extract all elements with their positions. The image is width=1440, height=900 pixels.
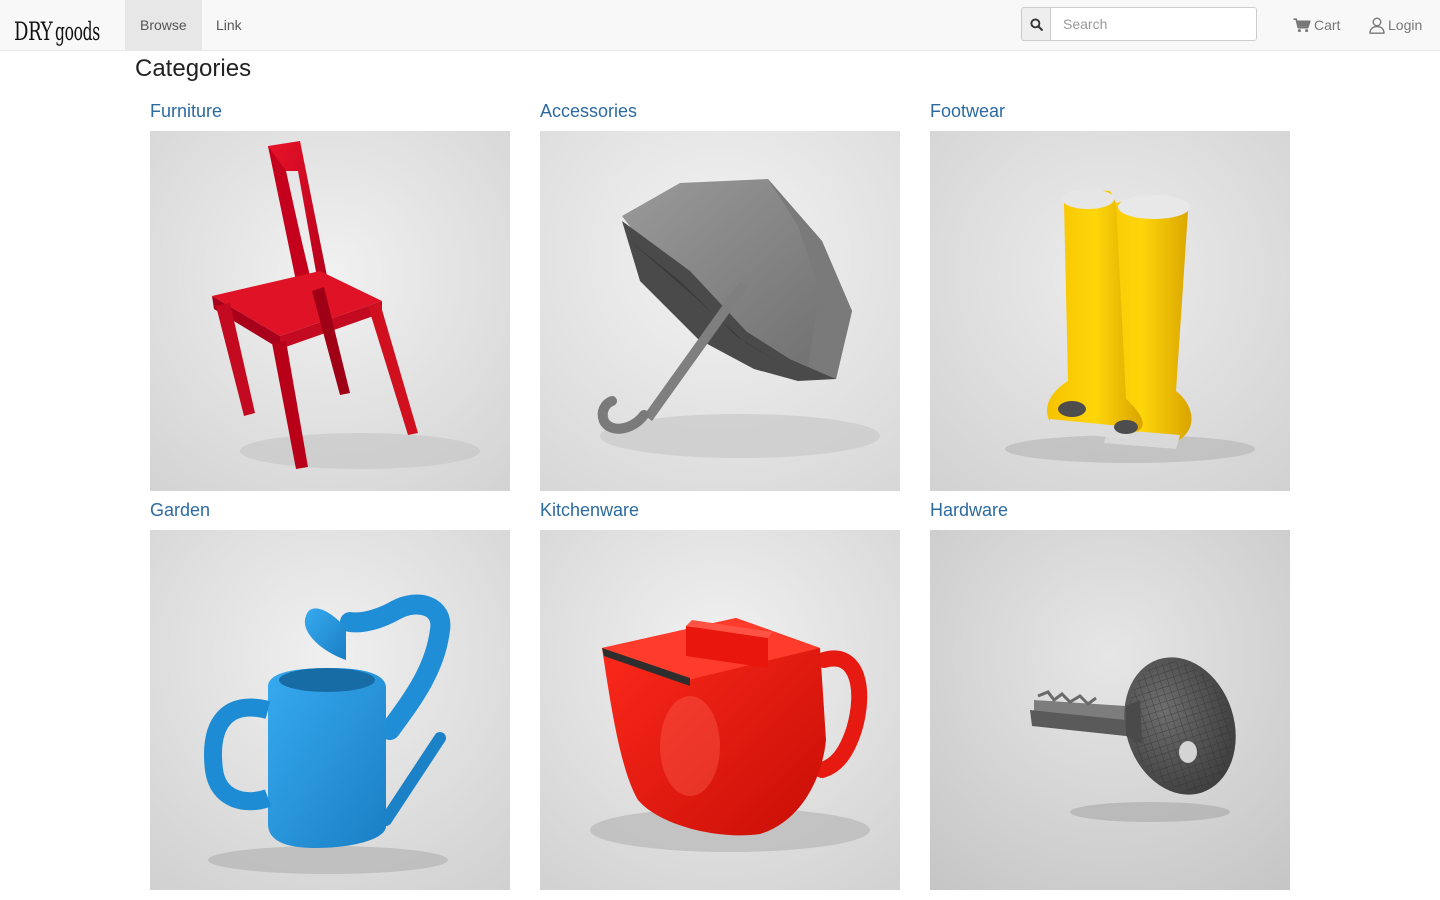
- brand-logo-part2: goods: [55, 17, 101, 46]
- brand-logo[interactable]: DRY goods: [14, 8, 128, 44]
- search-icon: [1029, 17, 1043, 31]
- cart-link[interactable]: Cart: [1293, 0, 1340, 50]
- category-image-accessories[interactable]: [540, 131, 900, 491]
- category-title-garden[interactable]: Garden: [150, 500, 210, 521]
- nav-link[interactable]: Link: [201, 0, 257, 50]
- category-image-hardware[interactable]: [930, 530, 1290, 890]
- category-title-accessories[interactable]: Accessories: [540, 101, 637, 122]
- category-image-furniture[interactable]: [150, 131, 510, 491]
- category-title-hardware[interactable]: Hardware: [930, 500, 1008, 521]
- navbar: DRY goods Browse Link Cart Login: [0, 0, 1440, 51]
- category-image-kitchenware[interactable]: [540, 530, 900, 890]
- user-icon: [1369, 17, 1385, 34]
- category-title-furniture[interactable]: Furniture: [150, 101, 222, 122]
- category-image-footwear[interactable]: [930, 131, 1290, 491]
- page-title: Categories: [135, 55, 252, 82]
- category-image-garden[interactable]: [150, 530, 510, 890]
- search-input[interactable]: [1050, 7, 1257, 41]
- cart-label: Cart: [1314, 17, 1341, 33]
- search-button[interactable]: [1021, 7, 1050, 41]
- category-title-footwear[interactable]: Footwear: [930, 101, 1005, 122]
- login-link[interactable]: Login: [1369, 0, 1422, 50]
- search-form: [1021, 7, 1257, 41]
- login-label: Login: [1388, 17, 1423, 33]
- shopping-cart-icon: [1293, 17, 1311, 32]
- nav-browse[interactable]: Browse: [125, 0, 202, 50]
- category-title-kitchenware[interactable]: Kitchenware: [540, 500, 639, 521]
- brand-logo-part1: DRY: [14, 17, 53, 46]
